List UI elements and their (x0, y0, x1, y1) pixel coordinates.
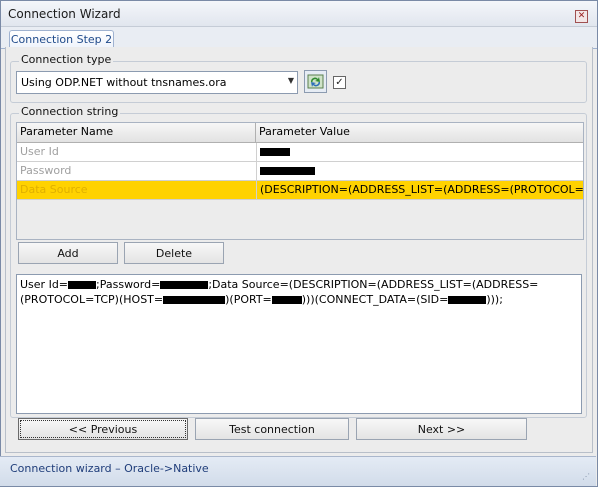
param-value[interactable] (256, 143, 583, 161)
param-name: Password (20, 164, 72, 177)
test-connection-button[interactable]: Test connection (195, 418, 349, 440)
refresh-icon[interactable] (304, 70, 327, 93)
param-name: Data Source (20, 183, 88, 196)
connection-type-checkbox[interactable]: ✓ (333, 76, 346, 89)
add-button[interactable]: Add (18, 242, 118, 264)
delete-button[interactable]: Delete (124, 242, 224, 264)
resize-grip-icon[interactable]: ⋰ (582, 472, 592, 482)
connection-string-label: Connection string (19, 105, 121, 118)
redacted-value (68, 281, 97, 289)
tab-strip: Connection Step 2 (1, 27, 597, 49)
conn-text-part: )(PORT= (225, 293, 272, 306)
column-parameter-name[interactable]: Parameter Name (17, 123, 255, 141)
previous-button[interactable]: << Previous (18, 418, 188, 440)
conn-text-part: (PROTOCOL=TCP)(HOST= (20, 293, 164, 306)
param-name: User Id (20, 145, 59, 158)
table-row[interactable]: Data Source (DESCRIPTION=(ADDRESS_LIST=(… (17, 181, 583, 200)
connection-type-value: Using ODP.NET without tnsnames.ora (21, 76, 227, 89)
conn-text-part: ))); (486, 293, 503, 306)
redacted-value (160, 281, 209, 289)
redacted-value (271, 296, 302, 304)
next-button[interactable]: Next >> (356, 418, 527, 440)
conn-text-part: ;Data Source=(DESCRIPTION=(ADDRESS_LIST=… (208, 278, 539, 291)
connection-type-label: Connection type (19, 53, 114, 66)
table-row[interactable]: Password (17, 162, 583, 181)
parameter-grid: Parameter Name Parameter Value User Id P… (16, 122, 584, 240)
conn-text-part: User Id= (20, 278, 69, 291)
column-parameter-value[interactable]: Parameter Value (256, 123, 583, 141)
conn-text-part: )))(CONNECT_DATA=(SID= (301, 293, 449, 306)
grid-header: Parameter Name Parameter Value (17, 123, 583, 143)
title-bar[interactable]: Connection Wizard ✕ (1, 1, 597, 27)
close-icon[interactable]: ✕ (575, 10, 588, 23)
redacted-value (260, 167, 315, 175)
window-title: Connection Wizard (8, 7, 121, 21)
redacted-value (260, 148, 290, 156)
redacted-value (448, 296, 487, 304)
conn-text-part: ;Password= (96, 278, 161, 291)
connection-string-textarea[interactable]: User Id= ;Password= ;Data Source=(DESCRIPT… (16, 274, 582, 414)
param-value[interactable] (256, 162, 583, 180)
table-row[interactable]: User Id (17, 143, 583, 162)
connection-type-select[interactable]: Using ODP.NET without tnsnames.ora ▼ (16, 71, 298, 94)
status-bar: Connection wizard – Oracle->Native ⋰ (0, 456, 596, 486)
redacted-value (163, 296, 226, 304)
status-text: Connection wizard – Oracle->Native (10, 462, 209, 475)
chevron-down-icon[interactable]: ▼ (288, 76, 294, 85)
param-value[interactable]: (DESCRIPTION=(ADDRESS_LIST=(ADDRESS=(PRO… (256, 181, 583, 199)
